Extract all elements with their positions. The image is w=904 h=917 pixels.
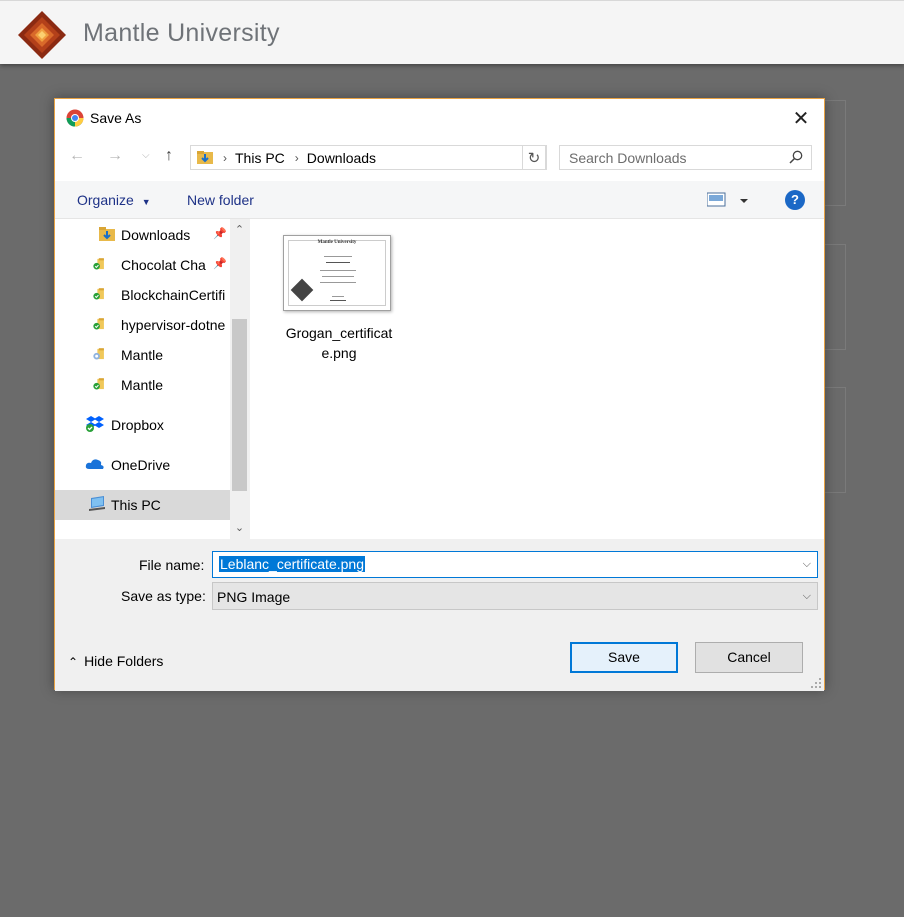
file-name-value: Leblanc_certificate.png	[219, 556, 365, 572]
chevron-down-icon[interactable]: ⌵	[803, 558, 811, 571]
save-button[interactable]: Save	[570, 642, 678, 673]
breadcrumb-downloads[interactable]: Downloads	[307, 150, 376, 166]
new-folder-button[interactable]: New folder	[187, 192, 254, 208]
synced-folder-icon	[93, 288, 104, 300]
up-button[interactable]: ↑	[165, 147, 173, 165]
search-input[interactable]: Search Downloads	[559, 145, 812, 170]
sidebar-item-label: hypervisor-dotne	[121, 317, 226, 333]
thumbnail-text-line	[320, 282, 356, 283]
sidebar-item-downloads[interactable]: Downloads 📌	[55, 220, 230, 250]
sidebar-item-label: Mantle	[121, 347, 164, 363]
close-icon: ✕	[792, 107, 810, 130]
sidebar-scrollbar[interactable]: ⌃ ⌄	[230, 219, 249, 539]
command-toolbar: Organize ▼ New folder ?	[55, 181, 824, 219]
change-view-button[interactable]	[707, 191, 749, 209]
dropbox-icon	[86, 416, 104, 432]
save-type-value: PNG Image	[217, 589, 291, 605]
search-icon	[789, 150, 803, 164]
navigation-bar: ← → ⌵ ↑ › This PC › Downloads ⌵ ↻ Search…	[55, 137, 824, 181]
organize-label: Organize	[77, 192, 134, 208]
synced-folder-icon	[93, 318, 104, 330]
shared-folder-icon	[93, 348, 104, 360]
app-title: Mantle University	[83, 19, 280, 47]
save-options-panel: File name: Leblanc_certificate.png ⌵ Sav…	[55, 539, 824, 691]
onedrive-icon	[85, 459, 104, 469]
thumbnail-text-line	[324, 256, 352, 257]
recent-locations-button[interactable]: ⌵	[142, 150, 150, 161]
computer-icon	[89, 496, 105, 511]
help-button[interactable]: ?	[785, 190, 805, 210]
thumbnail-text-line	[322, 276, 354, 277]
save-as-dialog: Save As ✕ ← → ⌵ ↑ › This PC › Downloads …	[54, 98, 825, 691]
chrome-icon	[66, 109, 84, 127]
sidebar-item-label: This PC	[111, 497, 161, 513]
sidebar-item-label: Downloads	[121, 227, 191, 243]
file-name-line: e.png	[321, 345, 357, 361]
file-name-input[interactable]: Leblanc_certificate.png ⌵	[212, 551, 818, 578]
file-name-field-label: File name:	[139, 557, 205, 573]
file-name-line: Grogan_certificat	[285, 325, 393, 341]
breadcrumb-separator-icon: ›	[223, 150, 227, 165]
close-button[interactable]: ✕	[778, 99, 824, 137]
thumbnail-text-line	[330, 300, 346, 301]
sidebar-item-mantle-shared[interactable]: Mantle	[55, 340, 230, 370]
resize-grip-icon[interactable]	[810, 677, 822, 689]
sidebar-item-mantle[interactable]: Mantle	[55, 370, 230, 400]
sidebar-item-hypervisor[interactable]: hypervisor-dotne	[55, 310, 230, 340]
refresh-button[interactable]: ↻	[522, 145, 546, 170]
file-thumbnail: Mantle University	[283, 235, 391, 311]
sidebar-item-onedrive[interactable]: OneDrive	[55, 450, 230, 480]
sidebar-item-label: BlockchainCertifi	[121, 287, 226, 303]
pin-icon: 📌	[213, 258, 227, 270]
address-bar[interactable]: › This PC › Downloads ⌵	[190, 145, 547, 170]
scroll-thumb[interactable]	[232, 319, 247, 491]
sidebar-item-label: Dropbox	[111, 417, 164, 433]
breadcrumb-separator-icon: ›	[294, 150, 299, 165]
refresh-icon: ↻	[527, 149, 541, 167]
forward-button[interactable]: →	[107, 147, 123, 165]
back-button[interactable]: ←	[69, 147, 85, 165]
dialog-title: Save As	[90, 110, 142, 126]
scroll-up-button[interactable]: ⌃	[230, 221, 249, 239]
sidebar-item-label: Mantle	[121, 377, 164, 393]
sidebar-item-blockchain[interactable]: BlockchainCertifi	[55, 280, 230, 310]
pane-divider[interactable]	[249, 219, 250, 539]
sidebar-item-chocolat[interactable]: Chocolat Cha 📌	[55, 250, 230, 280]
sidebar-item-label: Chocolat Cha	[121, 257, 206, 273]
dialog-titlebar[interactable]: Save As ✕	[55, 99, 824, 137]
downloads-folder-icon	[99, 227, 115, 241]
search-placeholder: Search Downloads	[569, 150, 687, 166]
organize-button[interactable]: Organize ▼	[77, 192, 151, 208]
pin-icon: 📌	[213, 228, 227, 240]
thumbnail-text-line	[320, 270, 356, 271]
downloads-folder-icon	[197, 151, 213, 164]
thumbnail-text-line	[326, 262, 350, 263]
caret-down-icon: ▼	[141, 197, 151, 207]
sidebar-item-this-pc[interactable]: This PC	[55, 490, 230, 520]
hide-folders-label: Hide Folders	[84, 653, 164, 669]
synced-folder-icon	[93, 258, 104, 270]
cancel-button[interactable]: Cancel	[695, 642, 803, 673]
app-header: Mantle University	[0, 0, 904, 64]
sidebar-item-label: OneDrive	[111, 457, 171, 473]
sidebar-item-dropbox[interactable]: Dropbox	[55, 410, 230, 440]
thumbnail-text-line	[332, 296, 344, 297]
synced-folder-icon	[93, 378, 104, 390]
browser-area: Downloads 📌 Chocolat Cha 📌 BlockchainCer…	[55, 219, 824, 539]
breadcrumb-this-pc[interactable]: This PC	[235, 150, 285, 166]
chevron-up-icon: ⌃	[68, 655, 79, 669]
save-type-field-label: Save as type:	[121, 588, 206, 604]
chevron-down-icon: ⌵	[802, 590, 811, 602]
mantle-logo-icon[interactable]	[17, 10, 67, 60]
scroll-down-button[interactable]: ⌄	[230, 519, 249, 537]
thumbnail-title: Mantle University	[317, 240, 357, 245]
hide-folders-button[interactable]: ⌃ Hide Folders	[68, 653, 163, 669]
save-type-select[interactable]: PNG Image ⌵	[212, 582, 818, 610]
file-name-label: Grogan_certificat e.png	[277, 323, 401, 363]
navigation-pane: Downloads 📌 Chocolat Cha 📌 BlockchainCer…	[55, 219, 230, 539]
